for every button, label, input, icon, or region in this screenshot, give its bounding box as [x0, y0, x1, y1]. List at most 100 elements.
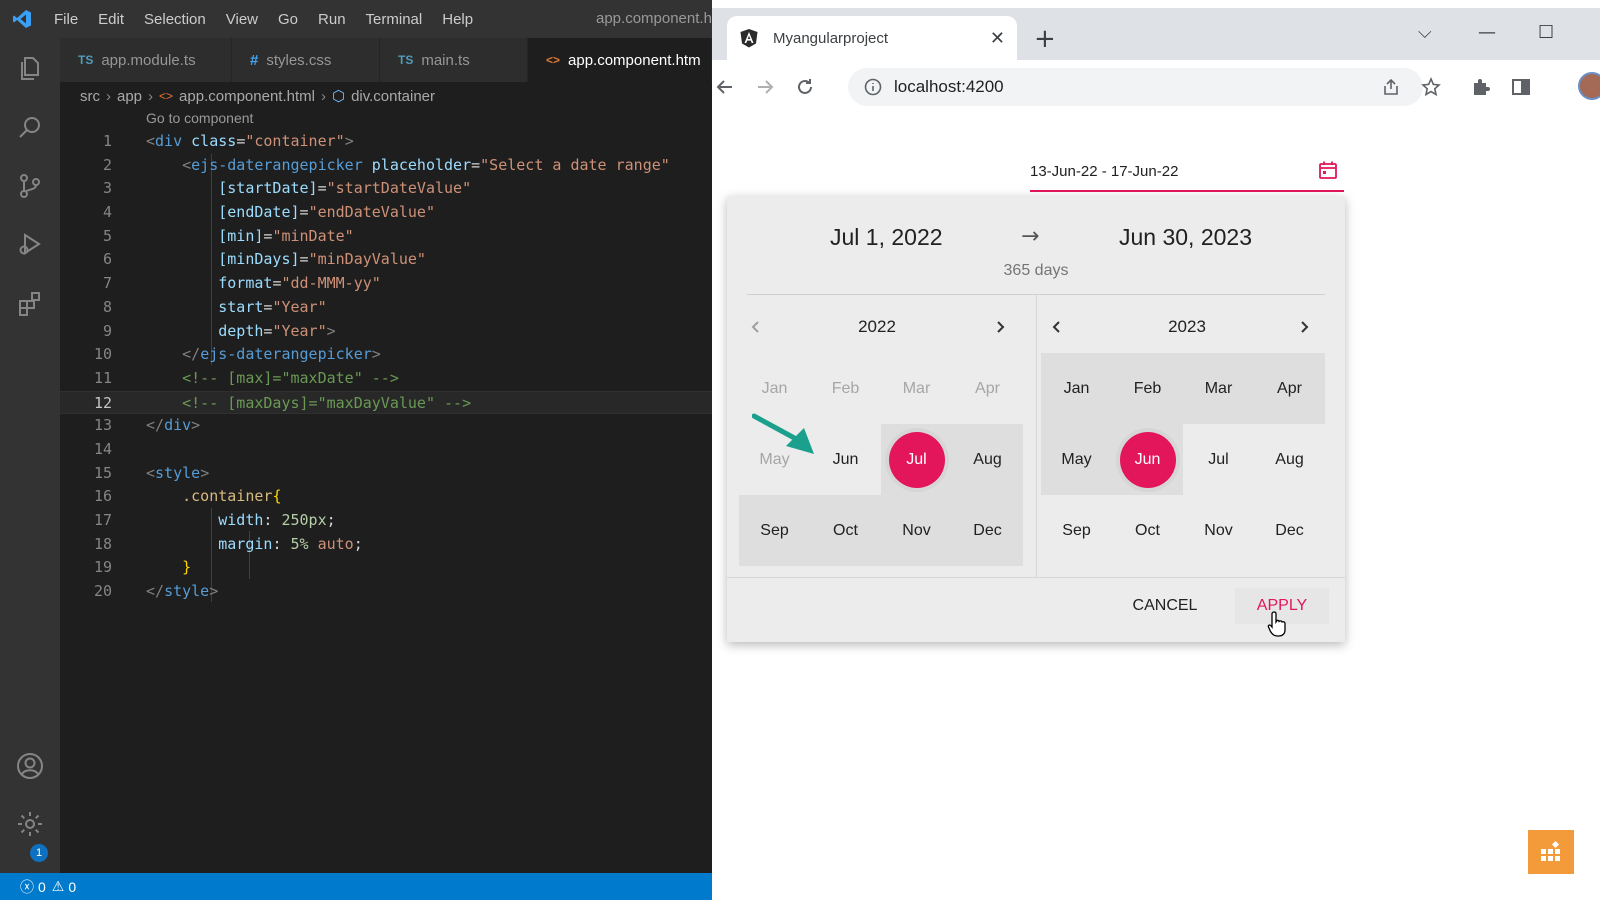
- reload-icon[interactable]: [792, 74, 818, 100]
- run-debug-icon[interactable]: [14, 228, 46, 260]
- date-range-value: 13-Jun-22 - 17-Jun-22: [1030, 162, 1179, 180]
- code-line: 11 <!-- [max]="maxDate" -->: [93, 368, 399, 387]
- next-year-chevron-icon[interactable]: [1292, 315, 1316, 339]
- source-control-icon[interactable]: [14, 170, 46, 202]
- month-cell-selected-end[interactable]: Jun: [1112, 424, 1183, 495]
- menu-go[interactable]: Go: [268, 11, 308, 28]
- bookmark-star-icon[interactable]: [1418, 74, 1444, 100]
- breadcrumb-file[interactable]: app.component.html: [179, 88, 315, 105]
- month-cell[interactable]: Aug: [952, 424, 1023, 495]
- new-tab-icon[interactable]: +: [1034, 26, 1056, 52]
- site-info-icon[interactable]: [864, 78, 882, 96]
- close-tab-icon[interactable]: ✕: [990, 28, 1005, 49]
- typescript-file-icon: TS: [398, 53, 414, 67]
- month-cell[interactable]: Feb: [1112, 353, 1183, 424]
- month-cell[interactable]: Oct: [810, 495, 881, 566]
- menu-edit[interactable]: Edit: [88, 11, 134, 28]
- element-icon: ⬡: [331, 88, 346, 105]
- code-line: 4 [endDate]="endDateValue": [102, 203, 435, 222]
- profile-avatar[interactable]: [1578, 72, 1600, 100]
- footer-divider: [727, 577, 1345, 578]
- browser-toolbar: localhost:4200: [712, 60, 1600, 114]
- hand-cursor-icon: [1267, 611, 1286, 637]
- tab-search-chevron-icon[interactable]: ⌵: [1418, 22, 1432, 43]
- month-cell[interactable]: Aug: [1254, 424, 1325, 495]
- tab-app-component-html[interactable]: <> app.component.htm: [528, 38, 712, 82]
- tab-label: main.ts: [421, 51, 470, 69]
- selected-month: Jun: [1119, 431, 1176, 488]
- month-cell[interactable]: Nov: [881, 495, 952, 566]
- html-file-icon: <>: [159, 89, 174, 103]
- extensions-icon[interactable]: [14, 288, 46, 320]
- menu-file[interactable]: File: [44, 11, 88, 28]
- extensions-puzzle-icon[interactable]: [1468, 74, 1494, 100]
- window-title: app.component.h: [596, 10, 712, 27]
- address-bar[interactable]: localhost:4200: [848, 68, 1423, 106]
- month-cell[interactable]: Jan: [1041, 353, 1112, 424]
- breadcrumb-element[interactable]: div.container: [351, 88, 435, 105]
- breadcrumb-src[interactable]: src: [80, 88, 100, 105]
- month-cell[interactable]: Apr: [1254, 353, 1325, 424]
- month-cell[interactable]: Dec: [1254, 495, 1325, 566]
- browser-tab-title: Myangularproject: [773, 29, 889, 47]
- menu-help[interactable]: Help: [432, 11, 483, 28]
- code-line: 10 </ejs-daterangepicker>: [93, 345, 381, 364]
- menu-selection[interactable]: Selection: [134, 11, 216, 28]
- explorer-icon[interactable]: [14, 52, 46, 84]
- tab-main-ts[interactable]: TS main.ts: [380, 38, 528, 82]
- code-line: 13 </div>: [93, 416, 201, 435]
- month-cell[interactable]: Dec: [952, 495, 1023, 566]
- browser-chrome: Myangularproject ✕ + ⌵ — ☐ localhost:420…: [712, 8, 1600, 114]
- left-year-title[interactable]: 2022: [727, 317, 1027, 337]
- month-cell[interactable]: Sep: [739, 495, 810, 566]
- tab-styles-css[interactable]: # styles.css: [232, 38, 380, 82]
- cancel-button[interactable]: CANCEL: [1123, 588, 1207, 624]
- minimize-icon[interactable]: —: [1478, 22, 1496, 43]
- selected-month: Jul: [888, 431, 945, 488]
- manage-gear-icon[interactable]: [14, 808, 46, 840]
- menu-view[interactable]: View: [216, 11, 268, 28]
- side-panel-icon[interactable]: [1508, 74, 1534, 100]
- warning-icon[interactable]: ⚠: [52, 878, 65, 895]
- activity-bar: [0, 38, 60, 873]
- code-line: 16 .container{: [93, 487, 282, 506]
- month-cell[interactable]: May: [1041, 424, 1112, 495]
- breadcrumb-app[interactable]: app: [117, 88, 142, 105]
- code-line: 15 <style>: [93, 463, 210, 482]
- month-cell-selected-start[interactable]: Jul: [881, 424, 952, 495]
- apps-grid-button[interactable]: [1528, 830, 1574, 874]
- code-line: 3 [startDate]="startDateValue": [102, 179, 472, 198]
- code-line: 2 <ejs-daterangepicker placeholder="Sele…: [102, 155, 670, 174]
- accounts-icon[interactable]: [14, 750, 46, 782]
- code-line: 19 }: [93, 558, 192, 577]
- search-icon[interactable]: [14, 112, 46, 144]
- maximize-icon[interactable]: ☐: [1538, 22, 1554, 43]
- error-count[interactable]: 0: [38, 879, 46, 895]
- error-icon[interactable]: ⓧ: [20, 877, 34, 897]
- month-cell[interactable]: Mar: [1183, 353, 1254, 424]
- menu-terminal[interactable]: Terminal: [356, 11, 433, 28]
- url-text: localhost:4200: [894, 77, 1004, 96]
- browser-tab[interactable]: Myangularproject ✕: [727, 16, 1017, 60]
- month-cell[interactable]: Sep: [1041, 495, 1112, 566]
- month-cell[interactable]: Jul: [1183, 424, 1254, 495]
- calendar-icon[interactable]: [1318, 160, 1338, 184]
- code-editor[interactable]: 1 <div class="container"> 2 <ejs-daterang…: [60, 130, 712, 604]
- code-line-current: 12 <!-- [maxDays]="maxDayValue" -->: [60, 390, 712, 415]
- month-cell[interactable]: Nov: [1183, 495, 1254, 566]
- codelens-go-to-component[interactable]: Go to component: [146, 110, 253, 126]
- tab-app-module[interactable]: TS app.module.ts: [60, 38, 232, 82]
- warning-count[interactable]: 0: [68, 879, 76, 895]
- next-year-chevron-icon[interactable]: [988, 315, 1012, 339]
- menu-run[interactable]: Run: [308, 11, 356, 28]
- back-icon[interactable]: [712, 74, 738, 100]
- apps-grid-icon: [1541, 840, 1560, 861]
- chevron-right-icon: ›: [106, 87, 111, 105]
- month-cell[interactable]: Oct: [1112, 495, 1183, 566]
- tab-label: app.module.ts: [101, 51, 196, 69]
- share-icon[interactable]: [1378, 74, 1404, 100]
- tab-label: app.component.htm: [568, 51, 701, 69]
- forward-icon[interactable]: [752, 74, 778, 100]
- month-cell: Apr: [975, 379, 1000, 397]
- date-range-input[interactable]: 13-Jun-22 - 17-Jun-22: [1030, 152, 1344, 192]
